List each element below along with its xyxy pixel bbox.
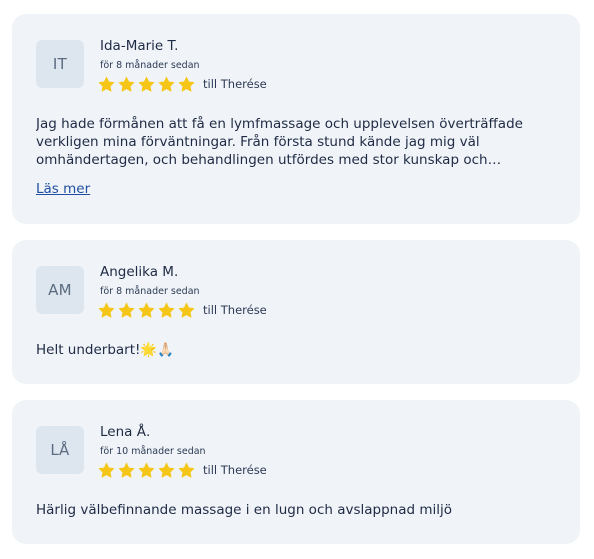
reviewer-name: Ida-Marie T. <box>100 38 179 54</box>
review-text: Helt underbart!🌟🙏🏻 <box>36 342 175 358</box>
avatar: IT <box>36 40 84 88</box>
review-text: Jag hade förmånen att få en lymfmassage … <box>36 116 523 168</box>
star-icon <box>118 76 135 92</box>
star-icon <box>138 302 155 318</box>
read-more-link[interactable]: Läs mer <box>36 181 90 197</box>
reviewer-name: Angelika M. <box>100 264 179 280</box>
review-date: för 8 månader sedan <box>100 286 200 297</box>
stars-group <box>98 76 198 93</box>
star-rating: till Therése <box>98 461 267 479</box>
recipient-label: till Therése <box>203 303 267 317</box>
star-icon <box>138 76 155 92</box>
reviews-list: IT Ida-Marie T. för 8 månader sedan till… <box>0 0 594 559</box>
star-icon <box>118 302 135 318</box>
review-card: IT Ida-Marie T. för 8 månader sedan till… <box>12 14 580 224</box>
star-icon <box>138 462 155 478</box>
star-icon <box>98 76 115 92</box>
recipient-label: till Therése <box>203 463 267 477</box>
star-icon <box>178 302 195 318</box>
star-rating: till Therése <box>98 75 267 93</box>
stars-group <box>98 302 198 319</box>
reviewer-name: Lena Å. <box>100 424 151 440</box>
star-icon <box>178 462 195 478</box>
review-text: Härlig välbefinnande massage i en lugn o… <box>36 502 453 518</box>
star-icon <box>178 76 195 92</box>
review-card: AM Angelika M. för 8 månader sedan till … <box>12 240 580 384</box>
review-date: för 10 månader sedan <box>100 446 206 457</box>
star-icon <box>98 302 115 318</box>
stars-group <box>98 462 198 479</box>
star-icon <box>158 76 175 92</box>
star-icon <box>98 462 115 478</box>
avatar: LÅ <box>36 426 84 474</box>
star-icon <box>158 462 175 478</box>
star-icon <box>158 302 175 318</box>
avatar: AM <box>36 266 84 314</box>
review-date: för 8 månader sedan <box>100 60 200 71</box>
star-rating: till Therése <box>98 301 267 319</box>
star-icon <box>118 462 135 478</box>
review-card: LÅ Lena Å. för 10 månader sedan till The… <box>12 400 580 544</box>
recipient-label: till Therése <box>203 77 267 91</box>
